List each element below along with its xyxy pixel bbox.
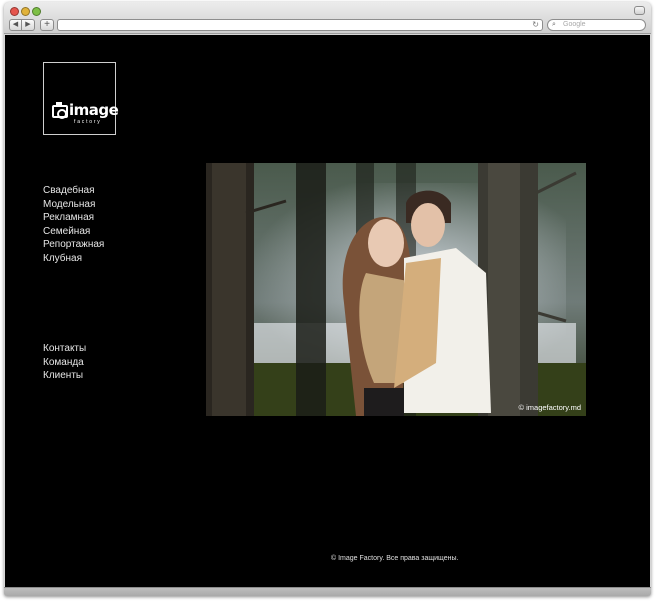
history-nav: ◀ ▶ xyxy=(9,19,35,31)
menu-item-advertising[interactable]: Рекламная xyxy=(43,211,104,225)
browser-window: ◀ ▶ + ↻ ⌕ Google image factory Свадебная… xyxy=(4,2,651,596)
logo-wordmark: image xyxy=(69,101,119,119)
copyright-footer: © Image Factory. Все права защищены. xyxy=(331,555,459,562)
close-window-icon[interactable] xyxy=(10,7,19,16)
info-menu: Контакты Команда Клиенты xyxy=(43,342,86,383)
minimize-window-icon[interactable] xyxy=(21,7,30,16)
camera-icon xyxy=(52,102,68,119)
address-bar[interactable]: ↻ xyxy=(57,19,543,31)
menu-item-family[interactable]: Семейная xyxy=(43,225,104,239)
menu-item-model[interactable]: Модельная xyxy=(43,198,104,212)
menu-item-clients[interactable]: Клиенты xyxy=(43,369,86,383)
menu-item-team[interactable]: Команда xyxy=(43,356,86,370)
search-icon: ⌕ xyxy=(552,21,556,28)
forward-button[interactable]: ▶ xyxy=(22,19,35,31)
browser-bottom-frame xyxy=(4,587,651,596)
logo-subtitle: factory xyxy=(74,119,102,125)
photo-watermark: © imagefactory.md xyxy=(518,403,582,412)
category-menu: Свадебная Модельная Рекламная Семейная Р… xyxy=(43,184,104,265)
site-logo[interactable]: image factory xyxy=(43,62,119,135)
photo-illustration xyxy=(206,163,586,416)
browser-toolbar: ◀ ▶ + ↻ ⌕ Google xyxy=(4,2,651,34)
zoom-window-icon[interactable] xyxy=(32,7,41,16)
featured-photo: © imagefactory.md xyxy=(206,163,586,416)
back-button[interactable]: ◀ xyxy=(9,19,22,31)
menu-item-wedding[interactable]: Свадебная xyxy=(43,184,104,198)
toolbar-toggle-button[interactable] xyxy=(634,6,645,15)
search-input[interactable]: ⌕ Google xyxy=(547,19,646,31)
add-bookmark-button[interactable]: + xyxy=(40,19,54,31)
page-viewport: image factory Свадебная Модельная Реклам… xyxy=(5,35,650,587)
menu-item-contacts[interactable]: Контакты xyxy=(43,342,86,356)
search-placeholder: Google xyxy=(563,21,586,28)
reload-icon[interactable]: ↻ xyxy=(532,20,539,30)
menu-item-club[interactable]: Клубная xyxy=(43,252,104,266)
menu-item-reportage[interactable]: Репортажная xyxy=(43,238,104,252)
